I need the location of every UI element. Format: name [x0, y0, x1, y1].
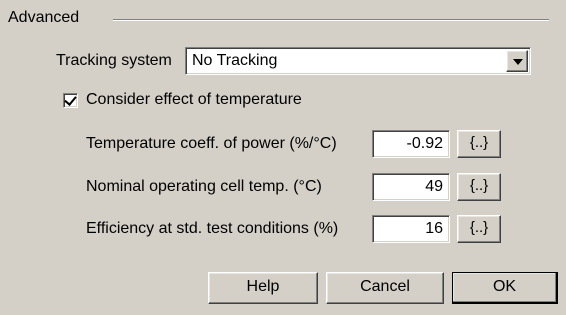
noct-label: Nominal operating cell temp. (°C) [86, 178, 322, 195]
ok-button[interactable]: OK [452, 272, 558, 304]
noct-input[interactable]: 49 [372, 173, 450, 201]
efficiency-options-button[interactable]: {..} [457, 215, 501, 243]
tracking-system-label: Tracking system [56, 52, 172, 69]
temp-coeff-value: -0.92 [406, 135, 443, 152]
advanced-dialog: Advanced Tracking system No Tracking Con… [0, 0, 566, 315]
tracking-system-select[interactable]: No Tracking [185, 47, 531, 75]
temp-coeff-input[interactable]: -0.92 [372, 130, 450, 158]
tracking-system-value: No Tracking [192, 52, 278, 69]
temp-coeff-options-button[interactable]: {..} [457, 130, 501, 158]
consider-temperature-checkbox[interactable] [63, 93, 78, 108]
noct-value: 49 [425, 178, 443, 195]
chevron-down-icon [513, 59, 523, 65]
checkmark-icon [64, 93, 77, 106]
help-button[interactable]: Help [208, 272, 318, 304]
group-title: Advanced [8, 8, 84, 28]
temp-coeff-label: Temperature coeff. of power (%/°C) [86, 135, 337, 152]
noct-options-button[interactable]: {..} [457, 173, 501, 201]
cancel-button[interactable]: Cancel [326, 272, 444, 304]
dropdown-button[interactable] [506, 50, 528, 72]
efficiency-label: Efficiency at std. test conditions (%) [86, 220, 339, 237]
consider-temperature-label: Consider effect of temperature [86, 91, 302, 108]
efficiency-value: 16 [425, 220, 443, 237]
efficiency-input[interactable]: 16 [372, 215, 450, 243]
group-divider [113, 19, 549, 21]
